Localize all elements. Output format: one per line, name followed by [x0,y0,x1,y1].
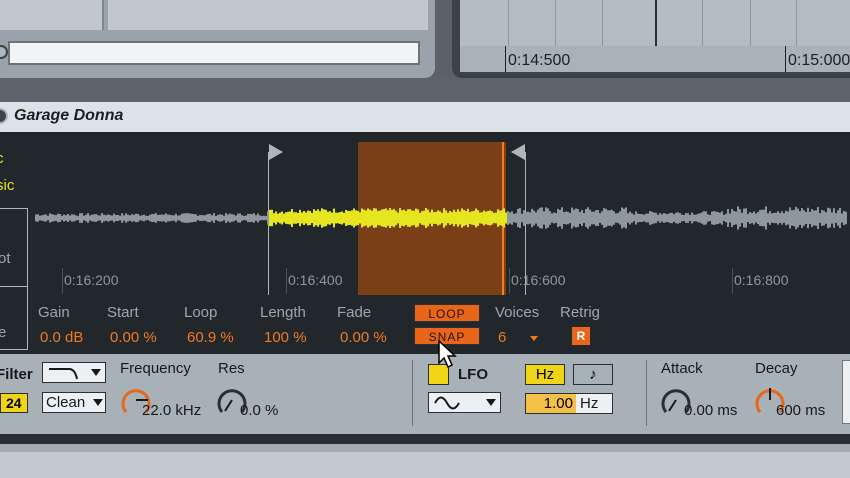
lfo-label: LFO [458,366,488,383]
frequency-value: 22.0 kHz [142,402,202,419]
length-label: Length [260,304,306,321]
gain-value[interactable]: 0.0 dB [40,329,83,346]
fade-label: Fade [337,304,372,321]
mouse-cursor-icon [438,339,457,369]
side-label: c [0,150,4,167]
fade-value[interactable]: 0.00 % [340,329,387,346]
loop-button[interactable]: LOOP [414,304,480,322]
waveform-tick: 0:16:600 [511,272,566,288]
side-label: ot [0,250,11,267]
scroll-edge [842,360,850,424]
status-strip [0,434,850,444]
grid-line [62,268,63,294]
voices-value[interactable]: 6 [498,329,506,346]
divider [646,360,647,426]
start-marker-icon[interactable] [269,144,283,160]
divider [0,286,28,287]
voices-label: Voices [495,304,540,321]
chevron-down-icon [486,399,496,406]
start-value[interactable]: 0.00 % [110,329,157,346]
clip-title: Garage Donna [14,107,124,124]
separator [0,78,850,102]
chevron-down-icon [93,399,103,406]
note-sync-button[interactable]: ♪ [573,364,613,385]
gain-label: Gain [38,304,70,321]
end-marker-icon[interactable] [511,144,525,160]
lfo-rate-value: 1.00 [526,394,576,413]
res-label: Res [218,360,245,377]
decay-value: 600 ms [776,402,826,419]
lower-panel [0,444,850,478]
divider [412,360,413,426]
text-field[interactable] [8,41,420,65]
decay-label: Decay [755,360,798,377]
waveform-tick: 0:16:400 [288,272,343,288]
browser-cell[interactable] [108,0,428,30]
side-label: e [0,324,7,341]
waveform-tick: 0:16:800 [734,272,789,288]
filter-slope-button[interactable]: 24 [0,393,28,413]
attack-value: 0.00 ms [684,402,738,419]
lfo-rate-field[interactable]: 1.00 Hz [525,393,613,414]
browser-cell[interactable] [0,0,104,30]
attack-label: Attack [661,360,703,377]
timeline-tick: 0:14:500 [508,52,571,69]
timeline-grid[interactable] [460,0,850,46]
grid-line [286,268,287,294]
waveform[interactable] [28,190,850,246]
filter-label: Filter [0,366,33,383]
loop-label: Loop [184,304,218,321]
loop-value[interactable]: 60.9 % [187,329,234,346]
grid-line [509,268,510,294]
length-value[interactable]: 100 % [264,329,307,346]
res-value: 0.0 % [240,402,279,419]
side-label: sic [0,177,15,194]
timeline-tick: 0:15:000 [788,52,850,69]
filter-circuit-value: Clean [46,394,86,411]
retrig-label: Retrig [560,304,601,321]
lfo-waveform-select[interactable] [428,392,501,413]
start-label: Start [107,304,139,321]
grid-line [732,268,733,294]
lfo-rate-unit: Hz [580,395,599,412]
sine-wave-icon [434,396,460,410]
lowpass-icon [49,368,78,380]
filter-type-select[interactable] [42,362,106,383]
waveform-tick: 0:16:200 [64,272,119,288]
chevron-down-icon [91,369,101,376]
clip-title-bar [0,102,850,133]
filter-circuit-select[interactable]: Clean [42,392,106,413]
retrig-button[interactable]: R [572,327,590,345]
hz-button[interactable]: Hz [525,364,565,385]
frequency-label: Frequency [120,360,191,377]
voices-dropdown-icon[interactable] [530,336,538,341]
